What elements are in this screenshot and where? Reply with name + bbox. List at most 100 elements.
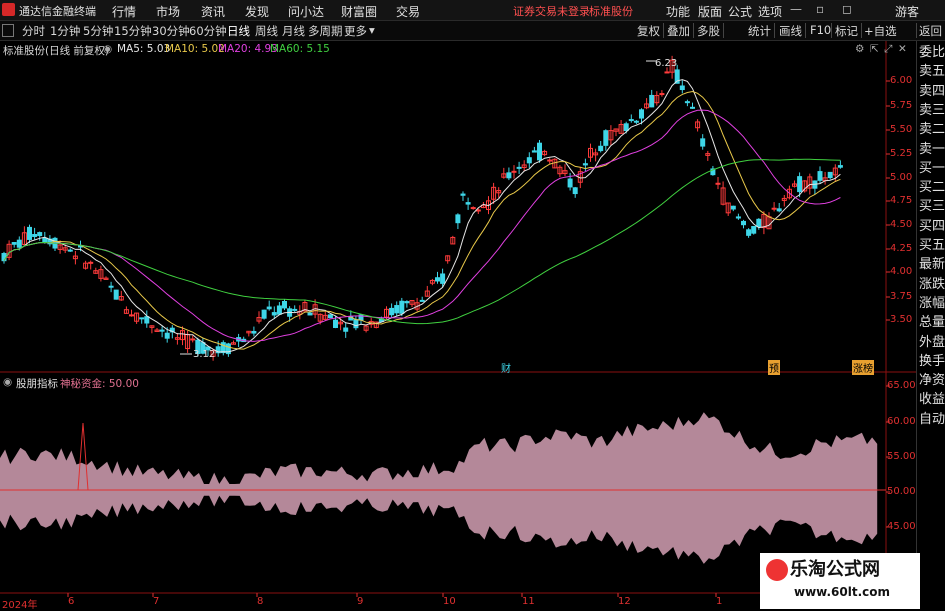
candle-body	[776, 208, 782, 212]
chart-canvas[interactable]	[0, 41, 916, 609]
toolbar-divider	[805, 23, 806, 38]
candle-body	[730, 205, 736, 210]
tool-stats[interactable]: 统计	[748, 23, 771, 39]
tool-mark[interactable]: 标记	[835, 23, 858, 39]
candle-body	[465, 202, 471, 205]
candle-body	[307, 312, 313, 316]
period-multi[interactable]: 多周期	[308, 23, 343, 39]
indicator-tick-label: 55.00	[887, 451, 916, 462]
menu-layout[interactable]: 版面	[698, 3, 722, 20]
tool-back[interactable]: 返回	[919, 23, 942, 39]
ma20-label: MA20: 4.93	[218, 43, 278, 55]
side-panel-item[interactable]: 自动	[919, 410, 945, 430]
candle-body	[797, 176, 803, 193]
zoom-icon[interactable]: ⇱	[870, 43, 879, 55]
side-panel-item[interactable]: 收益	[919, 390, 945, 410]
low-price-label: 3.12	[193, 349, 216, 360]
ma5-line	[3, 79, 841, 353]
high-price-label: 6.23	[655, 58, 678, 69]
period-5min[interactable]: 5分钟	[83, 23, 113, 39]
candle-body	[32, 234, 38, 237]
app-logo-icon	[2, 3, 15, 16]
menu-ask[interactable]: 问小达	[288, 3, 324, 20]
menu-trade[interactable]: 交易	[396, 3, 420, 20]
menu-quotes[interactable]: 行情	[112, 3, 136, 20]
side-panel-item[interactable]: 外盘	[919, 333, 945, 353]
period-1min[interactable]: 1分钟	[50, 23, 80, 39]
minimize-icon[interactable]: —	[790, 2, 802, 16]
period-30min[interactable]: 30分钟	[152, 23, 190, 39]
side-panel-item[interactable]: 卖五	[919, 62, 945, 82]
side-panel-item[interactable]: 委比	[919, 43, 945, 63]
tool-overlay[interactable]: 叠加	[667, 23, 690, 39]
tool-add-watchlist[interactable]: +自选	[864, 23, 897, 39]
side-panel-item[interactable]: 买三	[919, 197, 945, 217]
side-panel-item[interactable]: 卖三	[919, 101, 945, 121]
side-panel-item[interactable]: 卖一	[919, 140, 945, 160]
event-forecast-tag[interactable]: 预	[768, 360, 780, 375]
candle-body	[435, 277, 440, 282]
user-guest[interactable]: 游客	[895, 3, 919, 20]
candle-body	[220, 342, 226, 354]
login-status[interactable]: 证券交易未登录	[513, 3, 590, 19]
watermark-title: 乐淘公式网	[790, 559, 880, 580]
candle-body	[537, 142, 542, 161]
side-panel-item[interactable]: 换手	[919, 352, 945, 372]
price-tick-label: 5.75	[890, 100, 913, 111]
side-panel-item[interactable]: 卖四	[919, 82, 945, 102]
period-monthly[interactable]: 月线	[282, 23, 305, 39]
maximize-icon[interactable]: ▫	[816, 2, 824, 16]
price-tick-label: 5.50	[890, 124, 913, 135]
more-dropdown-icon[interactable]: ▾	[369, 23, 375, 37]
candle-body	[27, 226, 32, 240]
candle-body	[623, 123, 629, 132]
period-60min[interactable]: 60分钟	[189, 23, 227, 39]
period-daily[interactable]: 日线	[227, 23, 250, 39]
candle-body	[598, 145, 604, 152]
tool-draw[interactable]: 画线	[779, 23, 802, 39]
period-tick[interactable]: 分时	[22, 23, 45, 39]
indicator-name[interactable]: 股朋指标	[16, 376, 58, 391]
ma10-line	[3, 90, 841, 350]
side-panel-item[interactable]: 卖二	[919, 120, 945, 140]
quote-side-panel: 委比 卖五 卖四 卖三 卖二 卖一 买一 买二 买三 买四 买五 最新 涨跌 涨幅 总量 外盘 换手 净资 收益 自动	[916, 41, 945, 609]
candle-body	[531, 150, 537, 153]
menu-discover[interactable]: 发现	[245, 3, 269, 20]
settings-icon[interactable]: ⚙	[855, 43, 864, 55]
period-15min[interactable]: 15分钟	[114, 23, 152, 39]
close-chart-icon[interactable]: ✕	[898, 43, 907, 55]
event-finance-tag[interactable]: 财	[501, 360, 511, 375]
side-panel-item[interactable]: 总量	[919, 313, 945, 333]
maximize-chart-icon[interactable]: ⤢	[884, 43, 892, 56]
menu-news[interactable]: 资讯	[201, 3, 225, 20]
side-panel-item[interactable]: 买二	[919, 178, 945, 198]
side-panel-item[interactable]: 净资	[919, 371, 945, 391]
menu-market[interactable]: 市场	[156, 3, 180, 20]
price-tick-label: 5.00	[890, 172, 913, 183]
side-panel-item[interactable]: 买五	[919, 236, 945, 256]
tool-f10[interactable]: F10	[810, 23, 831, 37]
candle-body	[190, 338, 196, 341]
period-more[interactable]: 更多	[344, 23, 367, 39]
tool-multistock[interactable]: 多股	[697, 23, 720, 39]
candle-body	[511, 170, 517, 173]
menu-wealth[interactable]: 财富圈	[341, 3, 377, 20]
candle-body	[572, 187, 578, 195]
indicator-tick-label: 60.00	[887, 416, 916, 427]
menu-function[interactable]: 功能	[666, 3, 690, 20]
restore-icon[interactable]: ◻	[842, 2, 852, 16]
tool-adjust[interactable]: 复权	[637, 23, 660, 39]
side-panel-item[interactable]: 涨跌	[919, 275, 945, 295]
event-rank-tag[interactable]: 涨榜	[852, 360, 874, 375]
menu-options[interactable]: 选项	[758, 3, 782, 20]
side-panel-item[interactable]: 买四	[919, 217, 945, 237]
candle-body	[715, 182, 721, 185]
period-weekly[interactable]: 周线	[255, 23, 278, 39]
side-panel-item[interactable]: 买一	[919, 159, 945, 179]
side-panel-item[interactable]: 涨幅	[919, 294, 945, 314]
sub-legend-toggle-icon[interactable]: ◉	[3, 376, 12, 388]
legend-toggle-icon[interactable]: ◉	[103, 43, 112, 55]
panel-toggle-icon[interactable]	[2, 24, 14, 37]
side-panel-item[interactable]: 最新	[919, 255, 945, 275]
menu-formula[interactable]: 公式	[728, 3, 752, 20]
